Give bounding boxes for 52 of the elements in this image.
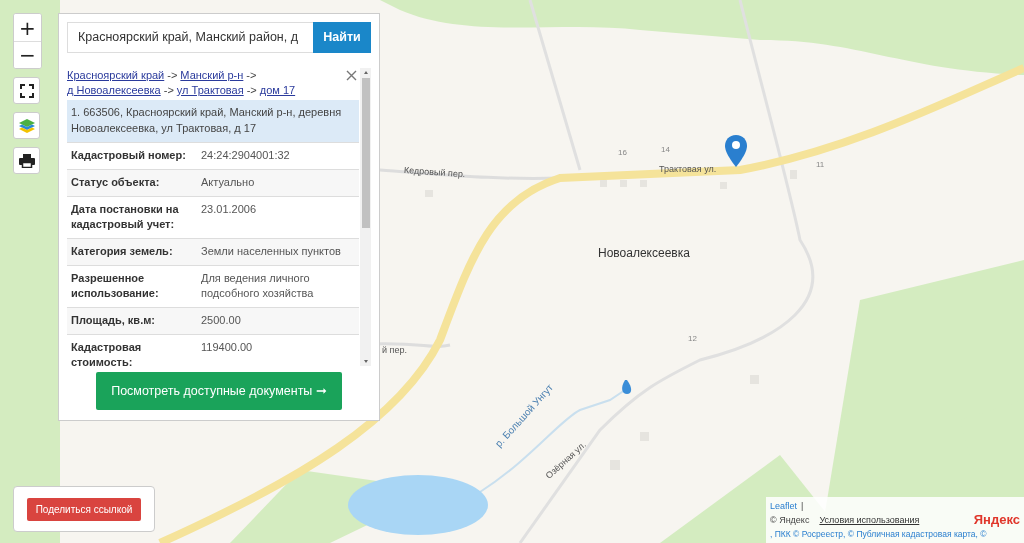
detail-value: 2500.00: [201, 312, 241, 328]
street-label: Кедровый пер.: [403, 165, 466, 180]
detail-value: Актуально: [201, 174, 255, 190]
breadcrumb-separator: ->: [246, 67, 257, 83]
breadcrumb-link[interactable]: ул Трактовая: [176, 82, 244, 98]
breadcrumb-separator: ->: [167, 67, 178, 83]
breadcrumb-link[interactable]: Красноярский край: [67, 67, 165, 83]
house-number: 14: [661, 145, 670, 154]
place-label: Новоалексеевка: [598, 246, 690, 260]
terms-link[interactable]: Условия использования: [819, 513, 920, 527]
layers-icon: [17, 117, 36, 134]
detail-label: Кадастровая стоимость:: [71, 339, 143, 366]
detail-label: Категория земель:: [71, 243, 174, 259]
scrollbar-thumb[interactable]: [361, 77, 370, 228]
house-number: 12: [688, 334, 697, 343]
attribution-divider: |: [801, 500, 804, 513]
detail-label: Дата постановки на кадастровый учет:: [71, 201, 180, 232]
detail-value: 24:24:2904001:32: [201, 147, 290, 163]
printer-icon: [18, 153, 35, 168]
find-button[interactable]: Найти: [313, 22, 371, 53]
yandex-logo[interactable]: Яндекс: [973, 513, 1020, 527]
share-link-button[interactable]: Поделиться ссылкой: [26, 497, 142, 521]
scrollbar[interactable]: [360, 67, 371, 366]
house-number: 11: [816, 160, 825, 169]
fullscreen-icon: [19, 83, 34, 98]
breadcrumb-link[interactable]: дом 17: [259, 82, 296, 98]
breadcrumb-link[interactable]: д Новоалексеевка: [67, 82, 161, 98]
detail-label: Разрешенное использование:: [71, 270, 160, 301]
breadcrumb-link[interactable]: Манский р-н: [180, 67, 244, 83]
print-button[interactable]: [13, 147, 40, 174]
detail-value: 119400.00: [201, 339, 253, 355]
street-label: й пер.: [382, 345, 407, 355]
close-icon[interactable]: [346, 69, 357, 81]
breadcrumb-separator: ->: [246, 82, 257, 98]
detail-label: Статус объекта:: [71, 174, 161, 190]
detail-value: Для ведения личного подсобного хозяйства: [201, 270, 315, 301]
layers-button[interactable]: [13, 112, 40, 139]
fullscreen-button[interactable]: [13, 77, 40, 104]
search-result[interactable]: 1. 663506, Красноярский край, Манский р-н, деревня Новоалексеевка, ул Трактовая, д 17: [67, 99, 359, 142]
detail-label: Кадастровый номер:: [71, 147, 187, 163]
copyright-text: © Яндекс: [770, 514, 810, 527]
attribution-sources: , ПКК © Росреестр, © Публичная кадастровая карта, ©: [770, 528, 987, 541]
detail-label: Площадь, кв.м:: [71, 312, 156, 328]
house-number: 16: [618, 148, 627, 157]
search-field[interactable]: Красноярский край, Манский район, д: [67, 22, 313, 53]
map-pin-icon[interactable]: [724, 134, 748, 168]
leaflet-link[interactable]: Leaflet: [770, 499, 798, 513]
zoom-out-button[interactable]: −: [14, 41, 41, 68]
detail-value: Земли населенных пунктов: [201, 243, 341, 259]
breadcrumb-separator: ->: [163, 82, 174, 98]
detail-value: 23.01.2006: [201, 201, 257, 217]
street-label: Трактовая ул.: [659, 164, 717, 174]
